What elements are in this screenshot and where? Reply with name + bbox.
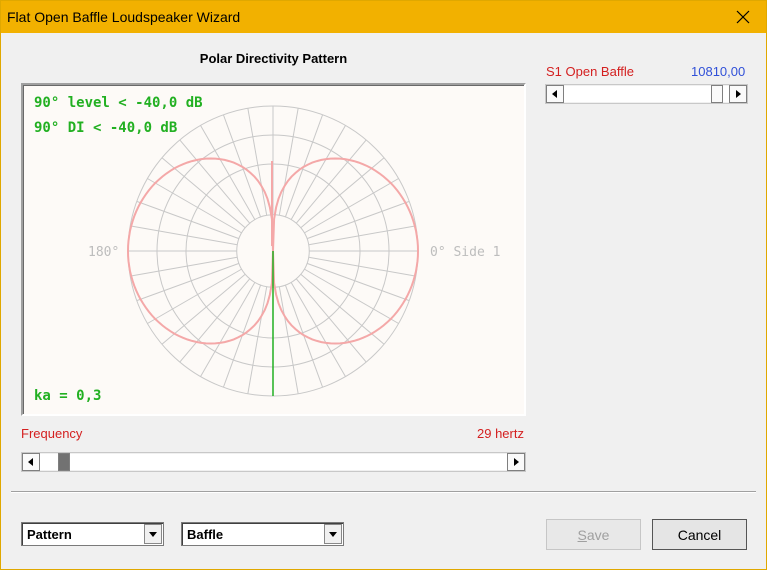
frequency-left-arrow[interactable] (22, 453, 40, 471)
angle-label-180: 180° (88, 245, 120, 260)
close-button[interactable] (720, 1, 766, 33)
polar-grid-spoke (247, 286, 268, 394)
polar-grid-spoke (200, 125, 256, 220)
frequency-thumb[interactable] (58, 453, 70, 471)
ka-readout: ka = 0,3 (34, 388, 102, 404)
title-bar: Flat Open Baffle Loudspeaker Wizard (1, 1, 766, 33)
baffle-combo[interactable]: Baffle (181, 522, 344, 546)
pattern-combo-arrow[interactable] (144, 524, 162, 544)
separator (11, 491, 756, 493)
angle-label-0: 0° Side 1 (430, 245, 501, 260)
polar-grid-spoke (147, 178, 242, 234)
polar-grid-spoke (308, 225, 416, 246)
close-icon (736, 10, 750, 24)
polar-grid-spoke (290, 282, 346, 377)
polar-grid-spoke (278, 286, 299, 394)
polar-grid-spoke (308, 256, 416, 277)
save-button[interactable]: Save (546, 519, 641, 550)
polar-grid-spoke (130, 225, 238, 246)
polar-grid-spoke (247, 108, 268, 216)
polar-title: Polar Directivity Pattern (199, 51, 348, 66)
frequency-right-arrow[interactable] (507, 453, 525, 471)
polar-grid-spoke (130, 256, 238, 277)
polar-grid-spoke (147, 268, 242, 324)
wizard-window: Flat Open Baffle Loudspeaker Wizard Pola… (0, 0, 767, 570)
frequency-slider[interactable] (21, 452, 526, 472)
frequency-value: 29 hertz (477, 426, 524, 441)
cancel-button-label: Cancel (677, 526, 722, 543)
s1-right-arrow[interactable] (729, 85, 747, 103)
polar-grid-spoke (304, 178, 399, 234)
frequency-label: Frequency (21, 426, 83, 441)
arrow-left-icon (28, 458, 33, 466)
polar-plot: 90° level < -40,0 dB 90° DI < -40,0 dB k… (21, 83, 526, 416)
s1-thumb[interactable] (711, 85, 723, 103)
polar-grid-spoke (278, 108, 299, 216)
save-button-label: Save (577, 526, 610, 543)
di-readout: 90° DI < -40,0 dB (34, 120, 178, 136)
polar-grid-spoke (200, 282, 256, 377)
baffle-combo-value: Baffle (187, 527, 224, 542)
s1-label: S1 Open Baffle (546, 64, 634, 79)
pattern-combo[interactable]: Pattern (21, 522, 164, 546)
pattern-combo-value: Pattern (27, 527, 72, 542)
arrow-right-icon (736, 90, 741, 98)
level-readout: 90° level < -40,0 dB (34, 95, 203, 111)
chevron-down-icon (329, 531, 337, 537)
cancel-button[interactable]: Cancel (652, 519, 747, 550)
s1-left-arrow[interactable] (546, 85, 564, 103)
frequency-track[interactable] (40, 454, 507, 470)
arrow-left-icon (552, 90, 557, 98)
window-title: Flat Open Baffle Loudspeaker Wizard (7, 9, 241, 25)
s1-track[interactable] (564, 86, 729, 102)
s1-value: 10810,00 (691, 64, 746, 79)
s1-slider[interactable] (545, 84, 748, 104)
polar-grid-spoke (304, 268, 399, 324)
baffle-combo-arrow[interactable] (324, 524, 342, 544)
chevron-down-icon (149, 531, 157, 537)
polar-grid-spoke (290, 125, 346, 220)
arrow-right-icon (514, 458, 519, 466)
